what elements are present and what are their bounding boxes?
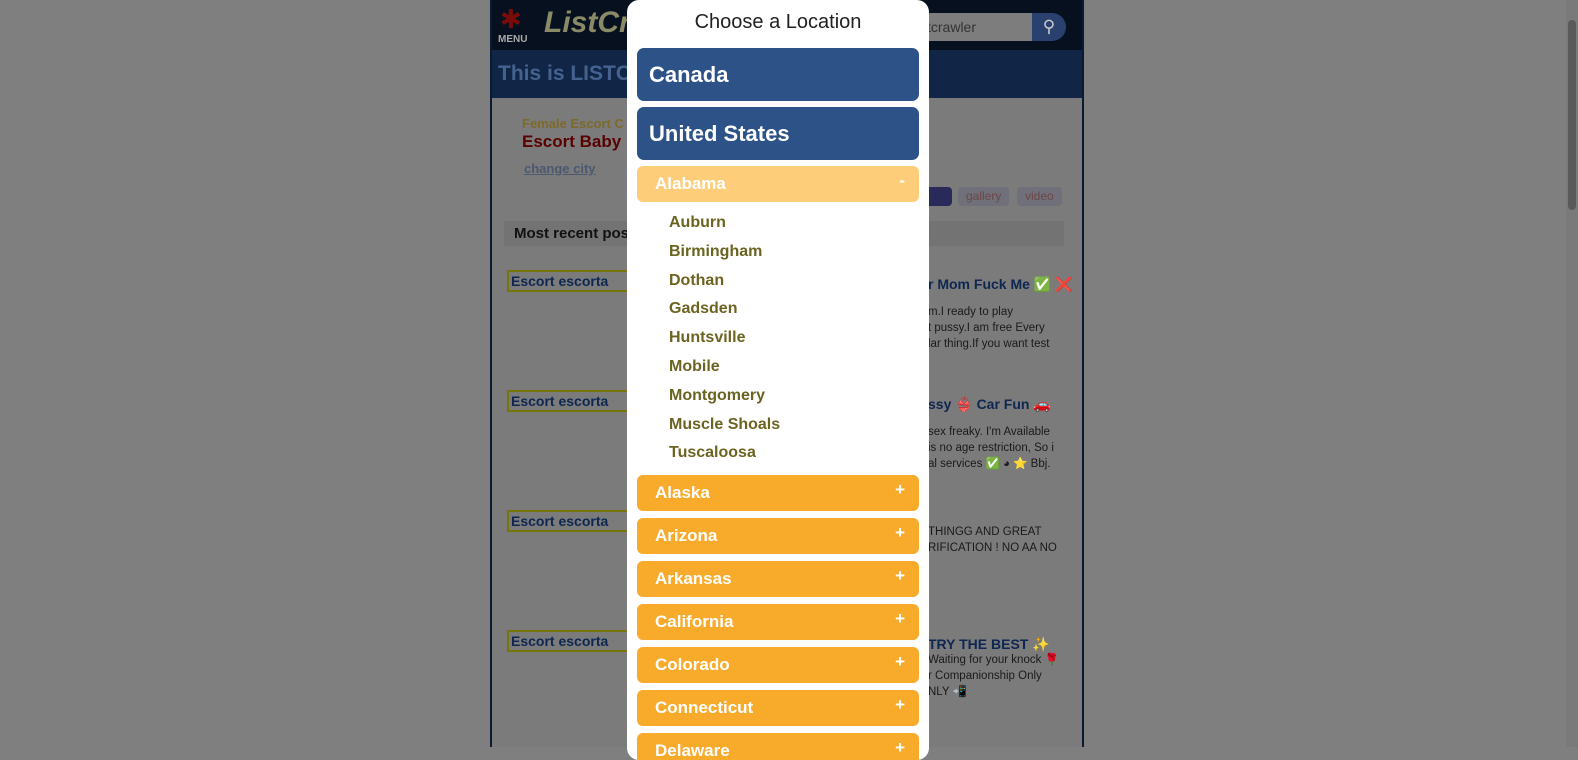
state-item[interactable]: Arkansas + bbox=[637, 561, 919, 598]
menu-label[interactable]: MENU bbox=[498, 34, 527, 45]
change-city-link[interactable]: change city bbox=[524, 161, 596, 176]
state-item[interactable]: Alaska + bbox=[637, 475, 919, 512]
state-item[interactable]: Arizona + bbox=[637, 518, 919, 555]
state-label: Connecticut bbox=[655, 698, 754, 718]
search-icon: ⚲ bbox=[1042, 17, 1056, 36]
state-item[interactable]: Connecticut + bbox=[637, 690, 919, 727]
search-button[interactable]: ⚲ bbox=[1032, 13, 1066, 41]
listing-text: THINGG AND GREAT RIFICATION ! NO AA NO bbox=[928, 526, 1057, 554]
state-label: Colorado bbox=[655, 655, 730, 675]
listing-thumbnail-link[interactable]: Escort escorta bbox=[507, 390, 637, 412]
city-link[interactable]: Dothan bbox=[669, 270, 929, 299]
city-link[interactable]: Huntsville bbox=[669, 327, 929, 356]
expand-icon: + bbox=[895, 652, 905, 672]
listing-text: Waiting for your knock 🌹 r Companionship… bbox=[928, 654, 1059, 698]
expand-icon: + bbox=[895, 609, 905, 629]
city-link[interactable]: Montgomery bbox=[669, 385, 929, 414]
scrollbar-thumb[interactable] bbox=[1568, 20, 1576, 210]
state-label: Arizona bbox=[655, 526, 718, 546]
state-item[interactable]: California + bbox=[637, 604, 919, 641]
city-link[interactable]: Muscle Shoals bbox=[669, 414, 929, 443]
state-label: Arkansas bbox=[655, 569, 732, 589]
country-united-states[interactable]: United States bbox=[637, 107, 919, 160]
expand-icon: + bbox=[895, 695, 905, 715]
listing-thumbnail-link[interactable]: Escort escorta bbox=[507, 630, 637, 652]
city-title: Escort Baby bbox=[522, 132, 622, 151]
city-link[interactable]: Gadsden bbox=[669, 298, 929, 327]
city-link[interactable]: Tuscaloosa bbox=[669, 442, 929, 471]
listing-title[interactable]: TRY THE BEST ✨ bbox=[928, 636, 1050, 653]
state-label: Delaware bbox=[655, 741, 730, 760]
tag-gallery[interactable]: gallery bbox=[958, 187, 1010, 206]
city-link[interactable]: Mobile bbox=[669, 356, 929, 385]
scrollbar[interactable] bbox=[1566, 0, 1578, 747]
country-canada[interactable]: Canada bbox=[637, 48, 919, 101]
listing-thumbnail-link[interactable]: Escort escorta bbox=[507, 510, 637, 532]
collapse-icon: - bbox=[899, 171, 905, 190]
city-link[interactable]: Auburn bbox=[669, 212, 929, 241]
state-label: California bbox=[655, 612, 734, 632]
expand-icon: + bbox=[895, 480, 905, 500]
listing-title[interactable]: r Mom Fuck Me ✅ ❌ bbox=[928, 276, 1073, 293]
expand-icon: + bbox=[895, 523, 905, 543]
listing-text: sex freaky. I'm Available is no age rest… bbox=[928, 426, 1054, 470]
state-label: Alabama bbox=[655, 174, 726, 193]
state-label: Alaska bbox=[655, 483, 710, 503]
listing-title[interactable]: ssy 👙 Car Fun 🚗 bbox=[928, 396, 1051, 413]
state-item[interactable]: Colorado + bbox=[637, 647, 919, 684]
search-input[interactable]: stcrawler bbox=[912, 13, 1032, 41]
modal-title: Choose a Location bbox=[694, 11, 862, 33]
tag-video[interactable]: video bbox=[1017, 187, 1062, 206]
expand-icon: + bbox=[895, 566, 905, 586]
location-modal: Choose a Location Canada United States A… bbox=[627, 0, 929, 760]
city-link[interactable]: Birmingham bbox=[669, 241, 929, 270]
expand-icon: + bbox=[895, 738, 905, 758]
listing-text: m.I ready to play t pussy.I am free Ever… bbox=[928, 306, 1050, 350]
category-label: Female Escort C bbox=[522, 116, 624, 131]
state-alabama[interactable]: Alabama - bbox=[637, 166, 919, 202]
spider-menu-icon[interactable]: ✱ bbox=[500, 4, 522, 35]
listing-thumbnail-link[interactable]: Escort escorta bbox=[507, 270, 637, 292]
